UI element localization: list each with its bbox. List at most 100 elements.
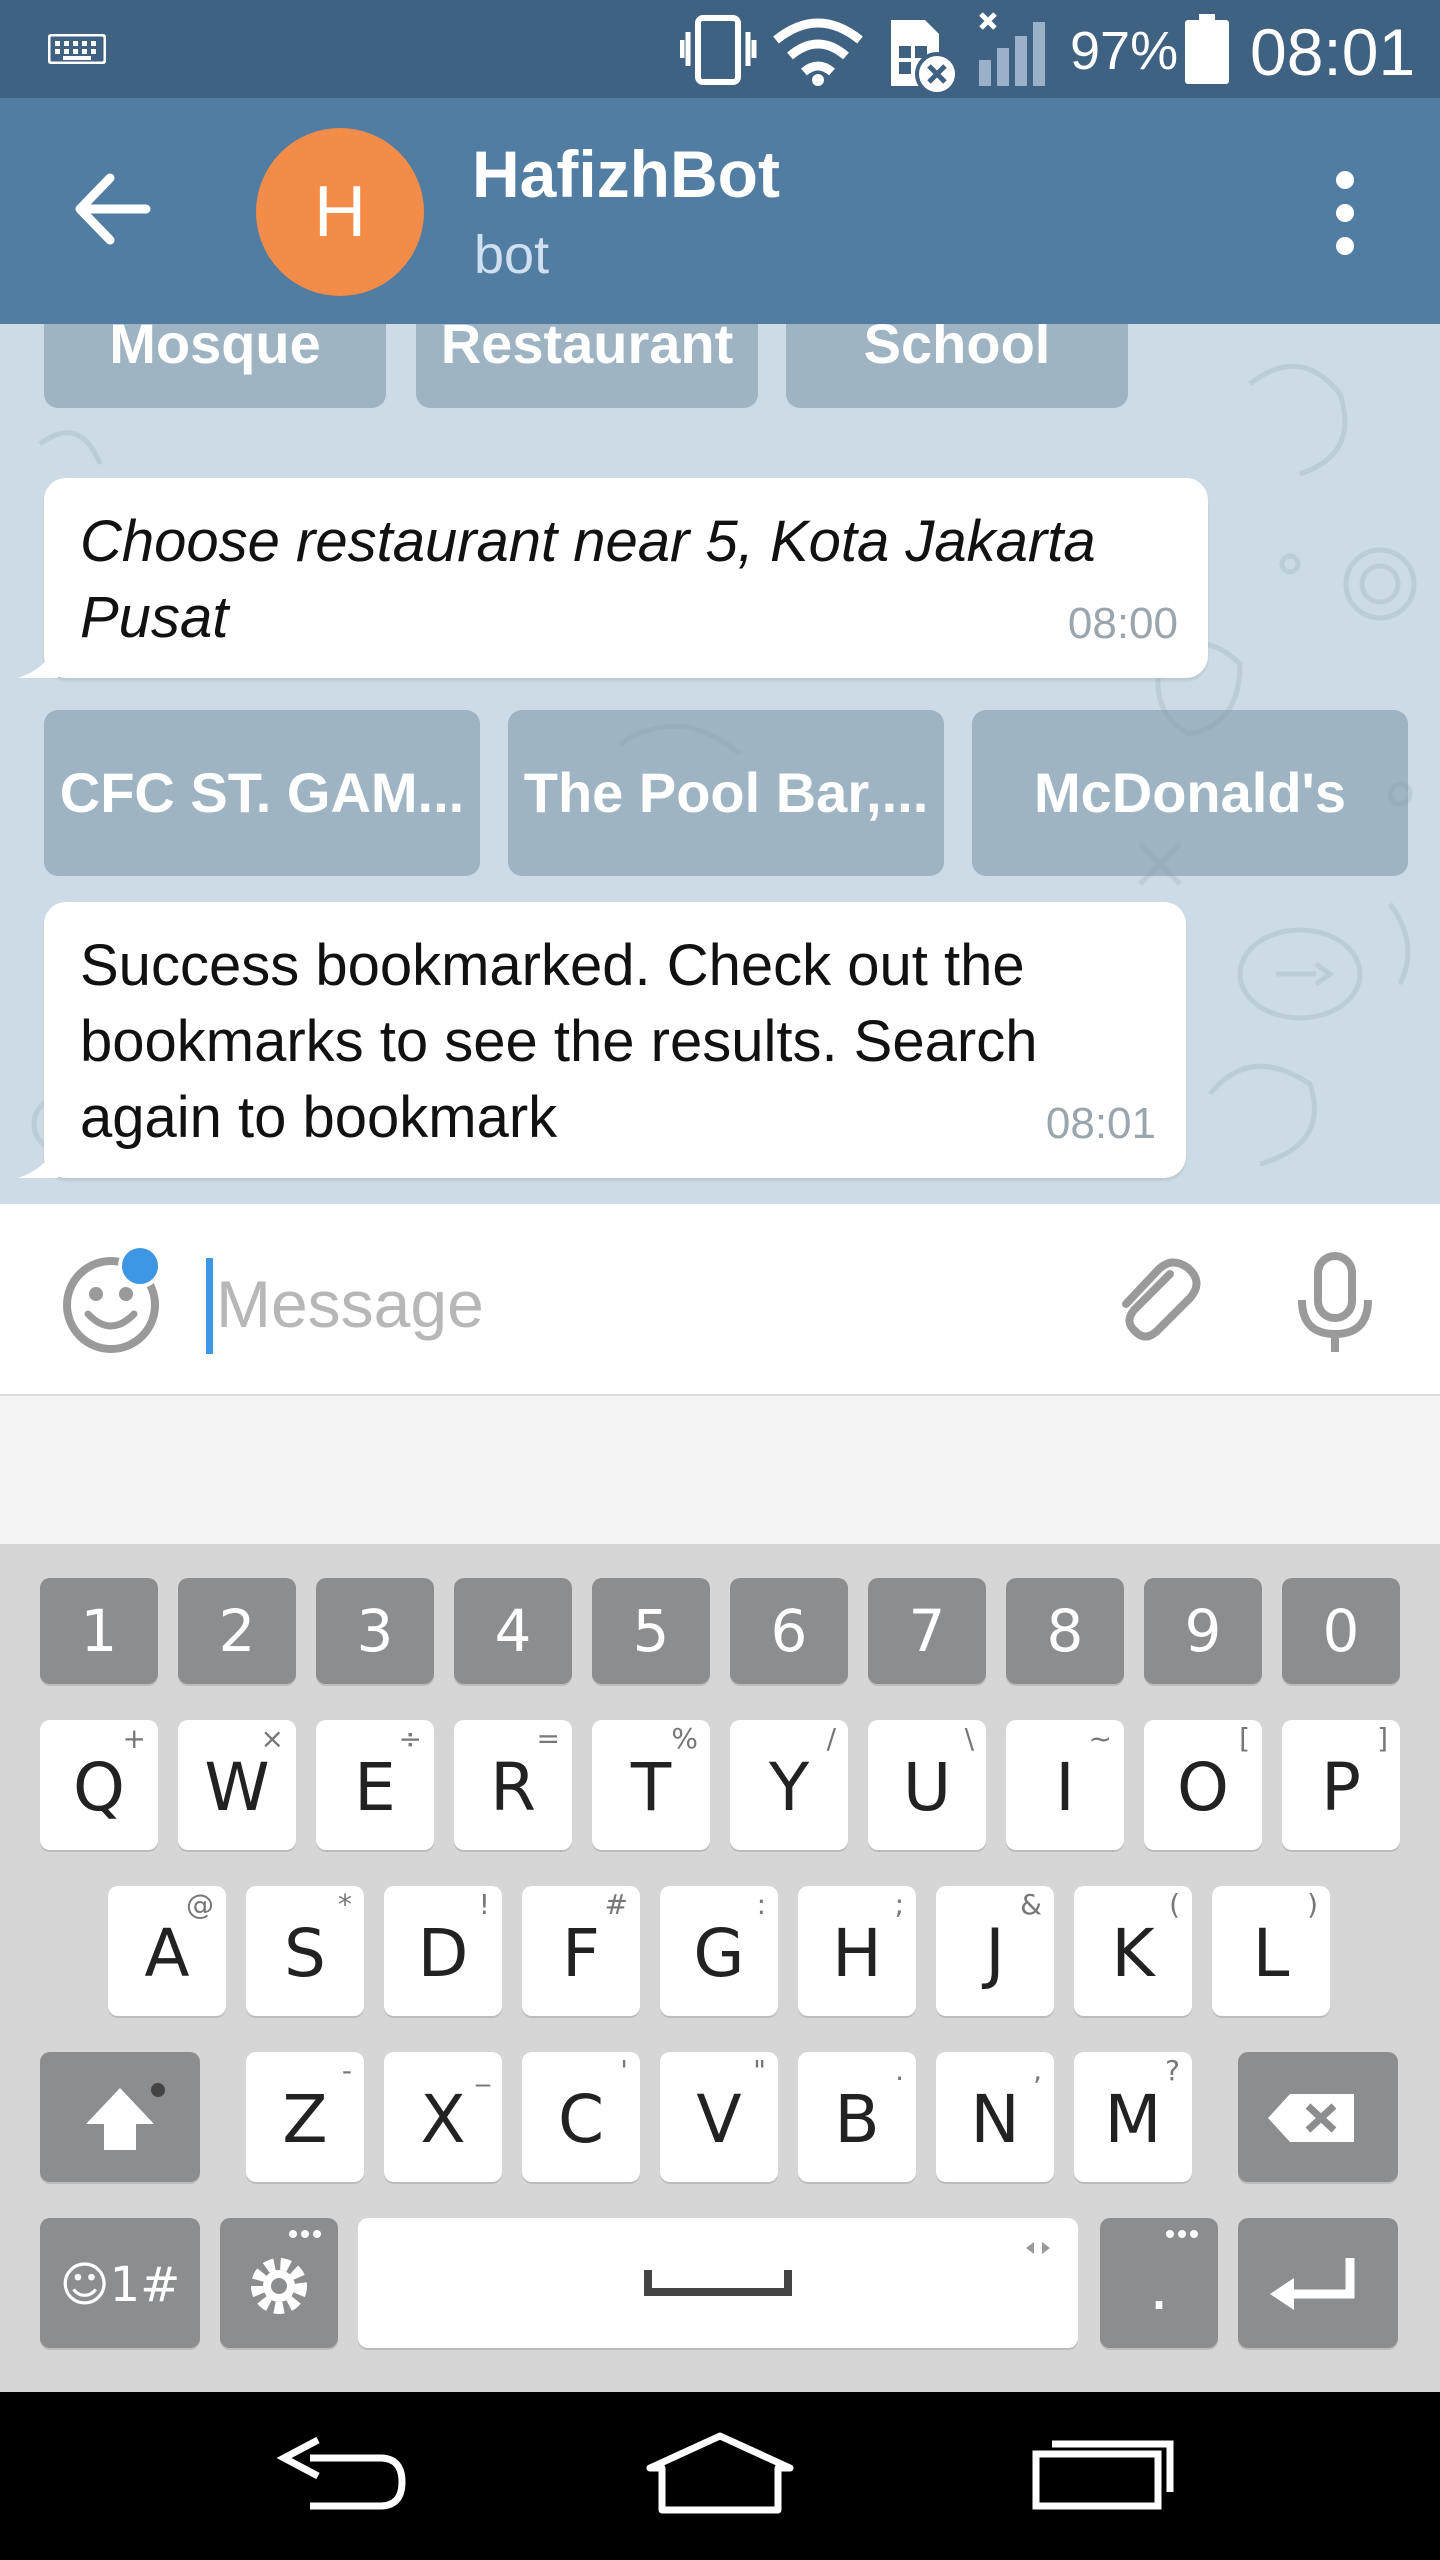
avatar[interactable]: H xyxy=(256,128,424,296)
key-7[interactable]: 7 xyxy=(868,1578,986,1684)
bot-button-school[interactable]: School xyxy=(786,324,1128,408)
key-9[interactable]: 9 xyxy=(1144,1578,1262,1684)
key-alt: ' xyxy=(620,2054,628,2087)
key-c[interactable]: C ' xyxy=(522,2052,640,2182)
more-dots-icon xyxy=(1166,2230,1198,2238)
nav-back-icon[interactable] xyxy=(270,2428,410,2518)
chat-area[interactable]: Mosque Restaurant School Choose restaura… xyxy=(0,324,1440,1204)
key-i[interactable]: I ~ xyxy=(1006,1720,1124,1850)
key-f[interactable]: F # xyxy=(522,1886,640,2016)
shift-key[interactable] xyxy=(40,2052,200,2182)
settings-key[interactable] xyxy=(220,2218,338,2348)
key-label: K xyxy=(1111,1915,1155,1992)
key-alt: ) xyxy=(1307,1888,1318,1921)
key-4[interactable]: 4 xyxy=(454,1578,572,1684)
key-alt: × xyxy=(260,1722,284,1755)
key-u[interactable]: U \ xyxy=(868,1720,986,1850)
key-label: C xyxy=(557,2081,605,2158)
key-j[interactable]: J & xyxy=(936,1886,1054,2016)
key-q[interactable]: Q + xyxy=(40,1720,158,1850)
key-5[interactable]: 5 xyxy=(592,1578,710,1684)
symbols-key[interactable]: ☺1# xyxy=(40,2218,200,2348)
key-n[interactable]: N, xyxy=(936,2052,1054,2182)
message-bubble[interactable]: Choose restaurant near 5, Kota Jakarta P… xyxy=(18,478,1208,678)
key-2[interactable]: 2 xyxy=(178,1578,296,1684)
key-0[interactable]: 0 xyxy=(1282,1578,1400,1684)
message-time: 08:00 xyxy=(1067,599,1178,648)
key-v[interactable]: V " xyxy=(660,2052,778,2182)
key-l[interactable]: L) xyxy=(1212,1886,1330,2016)
key-3[interactable]: 3 xyxy=(316,1578,434,1684)
message-time: 08:01 xyxy=(1045,1099,1156,1148)
bot-button-restaurant-2[interactable]: The Pool Bar,... xyxy=(508,710,944,876)
key-p[interactable]: P] xyxy=(1282,1720,1400,1850)
key-o[interactable]: O[ xyxy=(1144,1720,1262,1850)
key-label: F xyxy=(562,1915,600,1992)
back-arrow-icon[interactable] xyxy=(56,154,166,264)
nav-recent-icon[interactable] xyxy=(1030,2432,1176,2512)
bot-button-restaurant-1[interactable]: CFC ST. GAM... xyxy=(44,710,480,876)
key-z[interactable]: Z- xyxy=(246,2052,364,2182)
key-alt: - xyxy=(341,2054,352,2087)
key-g[interactable]: G: xyxy=(660,1886,778,2016)
key-label: U xyxy=(902,1749,952,1826)
key-alt: * xyxy=(338,1888,352,1921)
period-key[interactable]: . xyxy=(1100,2218,1218,2348)
message-text: Choose restaurant near 5, Kota Jakarta P… xyxy=(80,509,1096,650)
key-alt: + xyxy=(122,1722,146,1755)
key-w[interactable]: W × xyxy=(178,1720,296,1850)
key-label: W xyxy=(204,1749,270,1826)
backspace-key[interactable] xyxy=(1238,2052,1398,2182)
key-h[interactable]: H; xyxy=(798,1886,916,2016)
key-label: M xyxy=(1104,2081,1162,2158)
chat-header: H HafizhBot bot xyxy=(0,98,1440,324)
sim-off-icon xyxy=(891,20,959,96)
key-t[interactable]: T% xyxy=(592,1720,710,1850)
key-label: V xyxy=(696,2081,742,2158)
vibrate-icon xyxy=(680,15,757,85)
space-key[interactable] xyxy=(358,2218,1078,2348)
key-label: E xyxy=(354,1749,396,1826)
key-label: Q xyxy=(73,1749,125,1826)
key-x[interactable]: X _ xyxy=(384,2052,502,2182)
chat-title[interactable]: HafizhBot xyxy=(472,136,780,212)
key-label: T xyxy=(630,1749,672,1826)
settings-gear-icon xyxy=(251,2230,321,2314)
key-1[interactable]: 1 xyxy=(40,1578,158,1684)
key-label: Z xyxy=(282,2081,328,2158)
key-r[interactable]: R = xyxy=(454,1720,572,1850)
key-8[interactable]: 8 xyxy=(1006,1578,1124,1684)
key-y[interactable]: Y / xyxy=(730,1720,848,1850)
key-alt: , xyxy=(1033,2054,1042,2087)
key-e[interactable]: E ÷ xyxy=(316,1720,434,1850)
battery-percent: 97% xyxy=(1070,21,1179,81)
message-composer xyxy=(0,1204,1440,1396)
key-d[interactable]: D! xyxy=(384,1886,502,2016)
space-icon xyxy=(644,2242,1050,2296)
bot-button-restaurant[interactable]: Restaurant xyxy=(416,324,758,408)
key-alt: ? xyxy=(1165,2054,1180,2087)
bubble-tail xyxy=(18,644,58,678)
key-alt: & xyxy=(1020,1888,1042,1921)
key-s[interactable]: S * xyxy=(246,1886,364,2016)
bot-button-restaurant-3[interactable]: McDonald's xyxy=(972,710,1408,876)
key-b[interactable]: B. xyxy=(798,2052,916,2182)
key-alt: ! xyxy=(478,1888,490,1921)
message-input[interactable] xyxy=(216,1252,1056,1356)
message-bubble[interactable]: Success bookmarked. Check out the bookma… xyxy=(18,902,1186,1178)
bot-button-mosque[interactable]: Mosque xyxy=(44,324,386,408)
more-vert-icon[interactable] xyxy=(1300,158,1390,268)
key-m[interactable]: M? xyxy=(1074,2052,1192,2182)
enter-key[interactable] xyxy=(1238,2218,1398,2348)
key-a[interactable]: A @ xyxy=(108,1886,226,2016)
mic-icon[interactable] xyxy=(1280,1248,1390,1358)
chat-subtitle: bot xyxy=(474,225,550,285)
attach-icon[interactable] xyxy=(1100,1248,1210,1358)
key-k[interactable]: K( xyxy=(1074,1886,1192,2016)
nav-home-icon[interactable] xyxy=(642,2428,798,2518)
key-label: D xyxy=(417,1915,469,1992)
soft-keyboard: 1 2 3 4 5 6 7 8 9 0 Q + W × E ÷ R = T% Y / U \… xyxy=(0,1544,1440,2392)
key-alt: \ xyxy=(964,1722,974,1755)
key-6[interactable]: 6 xyxy=(730,1578,848,1684)
text-cursor xyxy=(206,1258,213,1354)
